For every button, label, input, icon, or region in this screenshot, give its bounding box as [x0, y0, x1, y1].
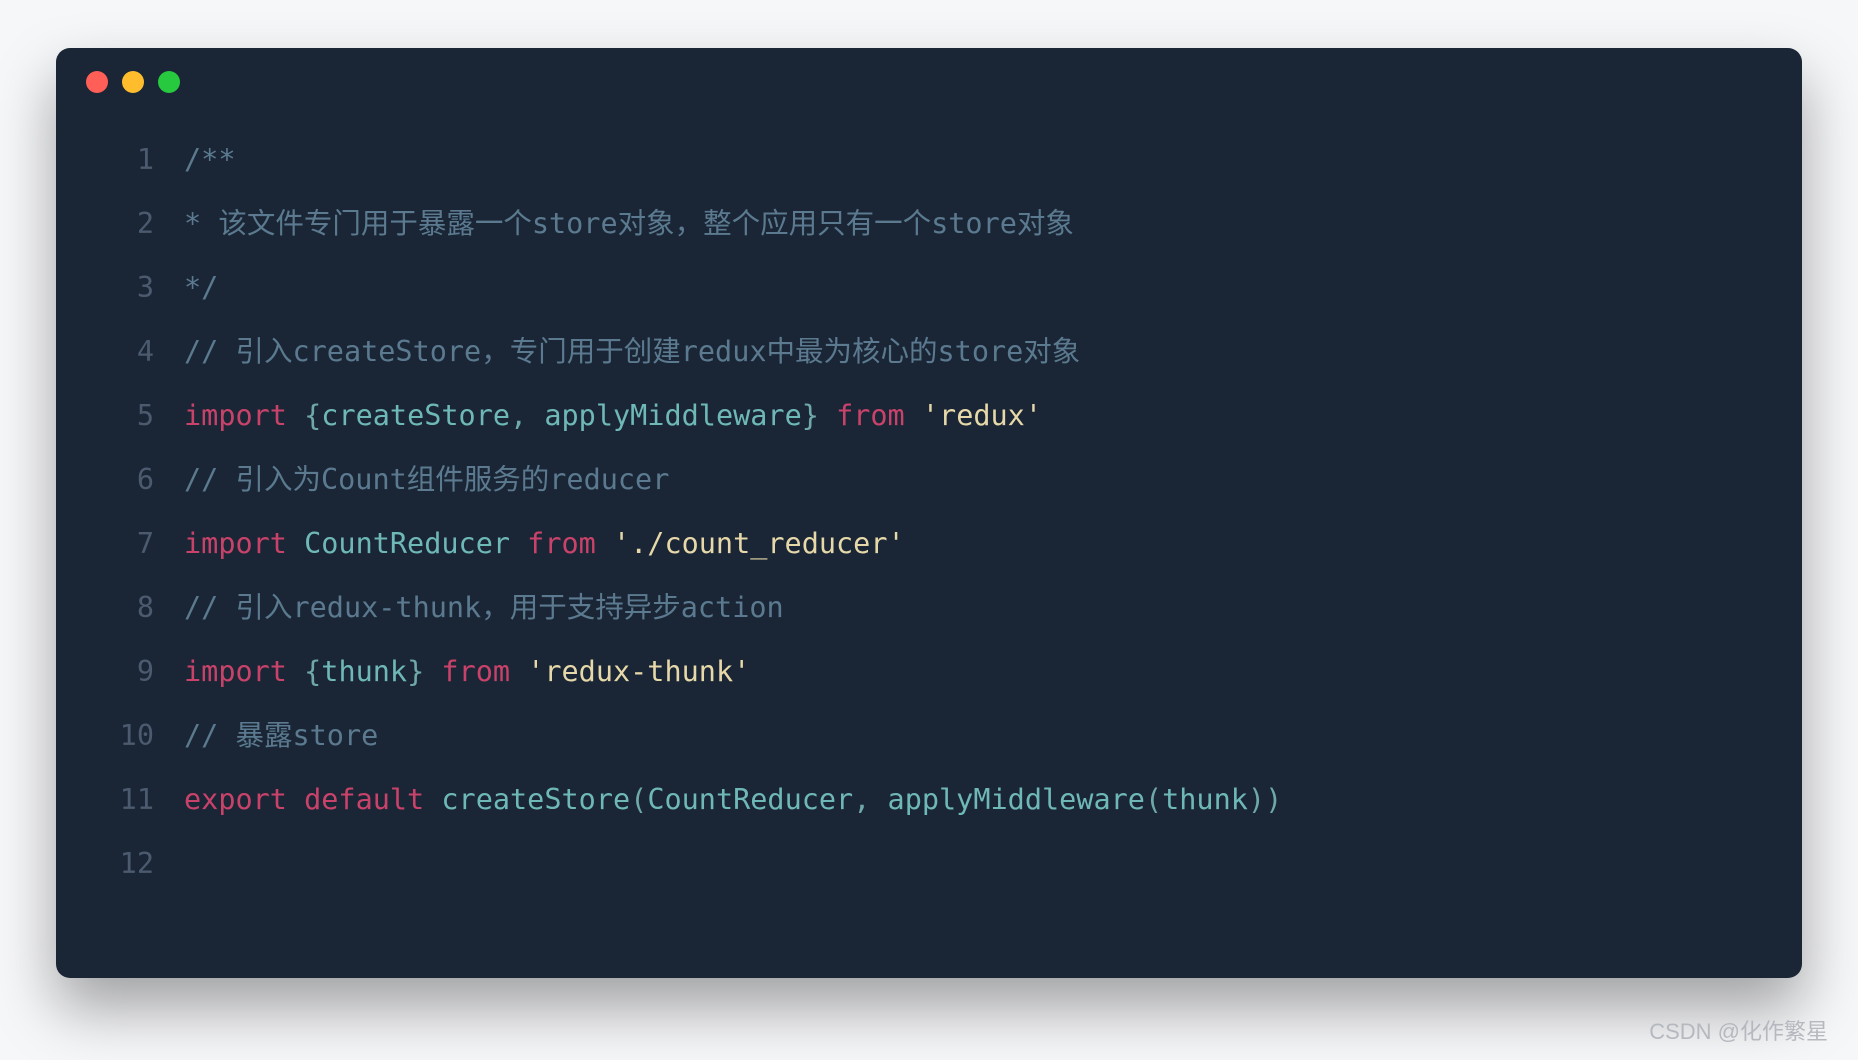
code-line: 12 [56, 832, 1802, 896]
line-number: 1 [56, 128, 184, 192]
token: { [304, 399, 321, 432]
token: import [184, 655, 304, 688]
code-content[interactable]: */ [184, 256, 218, 320]
token: // 引入createStore，专门用于创建redux中最为核心的store对… [184, 335, 1080, 368]
code-area: 1/**2* 该文件专门用于暴露一个store对象，整个应用只有一个store对… [56, 116, 1802, 916]
token: createStore [441, 783, 630, 816]
code-line: 11export default createStore(CountReduce… [56, 768, 1802, 832]
line-number: 2 [56, 192, 184, 256]
token: './count_reducer' [613, 527, 905, 560]
watermark-text: CSDN @化作繁星 [1649, 1014, 1828, 1046]
code-content[interactable]: // 引入redux-thunk，用于支持异步action [184, 576, 784, 640]
line-number: 11 [56, 768, 184, 832]
token: CountReducer [647, 783, 853, 816]
token: thunk [321, 655, 407, 688]
token: import [184, 399, 304, 432]
code-window: 1/**2* 该文件专门用于暴露一个store对象，整个应用只有一个store对… [56, 48, 1802, 978]
code-line: 1/** [56, 128, 1802, 192]
token: , [510, 399, 544, 432]
window-titlebar [56, 48, 1802, 116]
code-content[interactable]: // 引入为Count组件服务的reducer [184, 448, 669, 512]
token: )) [1248, 783, 1282, 816]
code-line: 5import {createStore, applyMiddleware} f… [56, 384, 1802, 448]
line-number: 3 [56, 256, 184, 320]
token: , [853, 783, 887, 816]
token: /** [184, 143, 235, 176]
code-line: 8// 引入redux-thunk，用于支持异步action [56, 576, 1802, 640]
zoom-icon[interactable] [158, 71, 180, 93]
token: { [304, 655, 321, 688]
token: applyMiddleware [544, 399, 801, 432]
token: export [184, 783, 304, 816]
line-number: 6 [56, 448, 184, 512]
token: from [424, 655, 527, 688]
token: createStore [321, 399, 510, 432]
token: from [819, 399, 922, 432]
minimize-icon[interactable] [122, 71, 144, 93]
code-line: 4// 引入createStore，专门用于创建redux中最为核心的store… [56, 320, 1802, 384]
close-icon[interactable] [86, 71, 108, 93]
token: import [184, 527, 304, 560]
line-number: 12 [56, 832, 184, 896]
code-content[interactable]: * 该文件专门用于暴露一个store对象，整个应用只有一个store对象 [184, 192, 1074, 256]
line-number: 5 [56, 384, 184, 448]
code-content[interactable]: // 暴露store [184, 704, 378, 768]
token: ( [1145, 783, 1162, 816]
code-content[interactable]: import CountReducer from './count_reduce… [184, 512, 905, 576]
line-number: 10 [56, 704, 184, 768]
code-content[interactable] [184, 832, 201, 896]
code-content[interactable]: import {createStore, applyMiddleware} fr… [184, 384, 1042, 448]
code-line: 9import {thunk} from 'redux-thunk' [56, 640, 1802, 704]
token: 'redux-thunk' [527, 655, 750, 688]
line-number: 8 [56, 576, 184, 640]
line-number: 4 [56, 320, 184, 384]
code-line: 6// 引入为Count组件服务的reducer [56, 448, 1802, 512]
token: // 暴露store [184, 719, 378, 752]
token: 'redux' [922, 399, 1042, 432]
token: // 引入为Count组件服务的reducer [184, 463, 669, 496]
line-number: 7 [56, 512, 184, 576]
code-line: 7import CountReducer from './count_reduc… [56, 512, 1802, 576]
token: } [407, 655, 424, 688]
token: thunk [1162, 783, 1248, 816]
line-number: 9 [56, 640, 184, 704]
token: * 该文件专门用于暴露一个store对象，整个应用只有一个store对象 [184, 207, 1074, 240]
token: applyMiddleware [888, 783, 1145, 816]
token: from [510, 527, 613, 560]
code-content[interactable]: // 引入createStore，专门用于创建redux中最为核心的store对… [184, 320, 1080, 384]
code-line: 10// 暴露store [56, 704, 1802, 768]
token: */ [184, 271, 218, 304]
token: CountReducer [304, 527, 510, 560]
code-content[interactable]: import {thunk} from 'redux-thunk' [184, 640, 750, 704]
code-line: 3*/ [56, 256, 1802, 320]
token: default [304, 783, 441, 816]
code-line: 2* 该文件专门用于暴露一个store对象，整个应用只有一个store对象 [56, 192, 1802, 256]
token: ( [630, 783, 647, 816]
token: // 引入redux-thunk，用于支持异步action [184, 591, 784, 624]
token: } [802, 399, 819, 432]
code-content[interactable]: export default createStore(CountReducer,… [184, 768, 1282, 832]
code-content[interactable]: /** [184, 128, 235, 192]
